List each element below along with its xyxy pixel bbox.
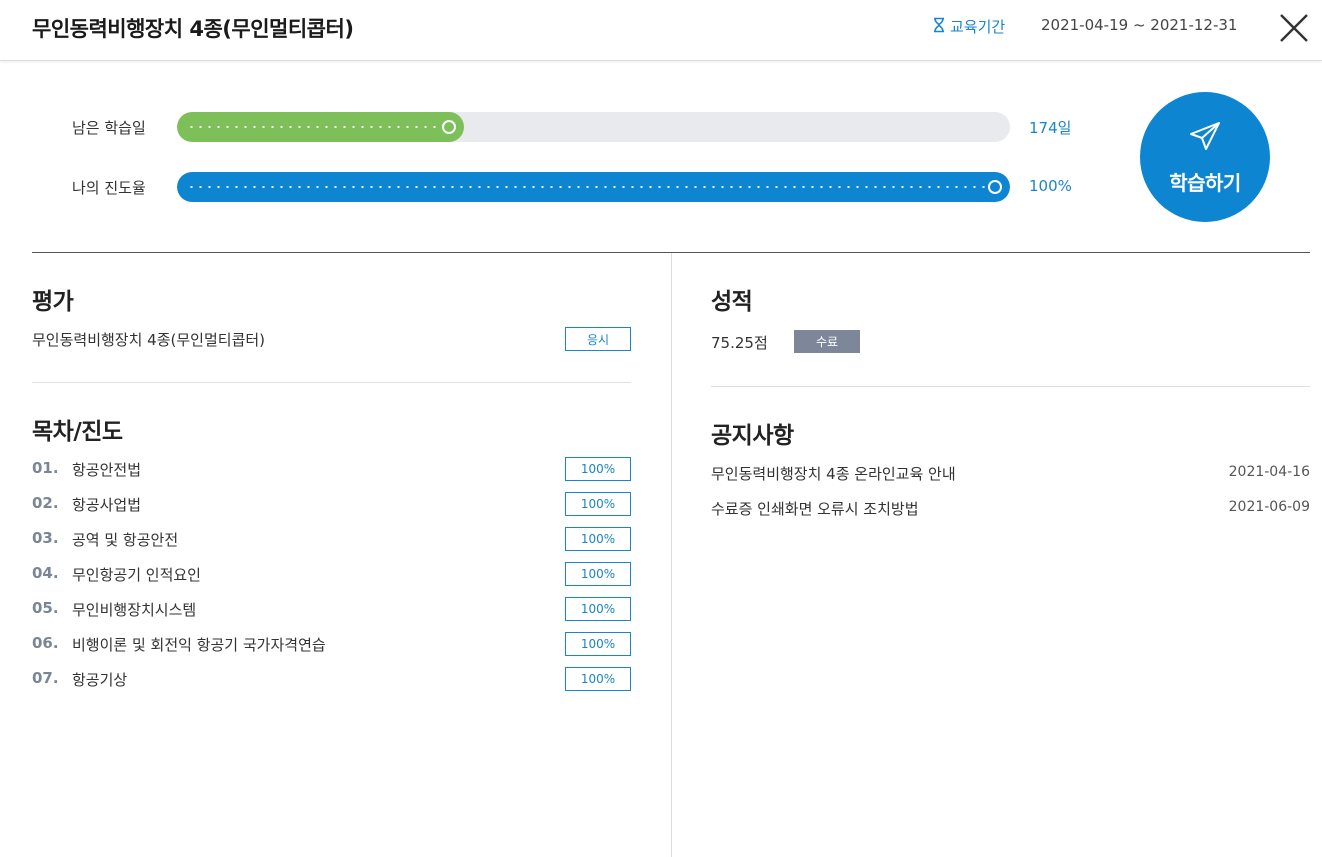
evaluation-title: 평가: [32, 289, 74, 315]
evaluation-divider: [32, 382, 631, 383]
notice-item-title[interactable]: 무인동력비행장치 4종 온라인교육 안내: [711, 463, 956, 484]
education-period-value: 2021-04-19 ~ 2021-12-31: [1041, 16, 1238, 34]
toc-item-title: 비행이론 및 회전익 항공기 국가자격연습: [72, 636, 326, 654]
paper-plane-icon: [1189, 121, 1221, 155]
toc-item-number: 01.: [32, 459, 59, 477]
notices-title: 공지사항: [711, 423, 794, 449]
my-progress-label: 나의 진도율: [72, 179, 146, 197]
my-progress-bar: [177, 172, 1010, 202]
toc-item-title: 공역 및 항공안전: [72, 531, 179, 549]
notice-item-title[interactable]: 수료증 인쇄화면 오류시 조치방법: [711, 498, 919, 519]
course-title: 무인동력비행장치 4종(무인멀티콥터): [32, 17, 354, 41]
toc-item-title: 항공안전법: [72, 461, 142, 479]
toc-item-number: 06.: [32, 634, 59, 652]
toc-item[interactable]: 07. 항공기상 100%: [32, 667, 632, 691]
take-exam-button[interactable]: 응시: [565, 327, 631, 351]
course-header: 무인동력비행장치 4종(무인멀티콥터) 교육기간 2021-04-19 ~ 20…: [0, 0, 1322, 61]
toc-item-progress: 100%: [565, 667, 631, 691]
education-period-label: 교육기간: [932, 16, 1005, 37]
completion-status-badge: 수료: [794, 330, 860, 353]
notice-item-date: 2021-04-16: [1228, 464, 1310, 480]
toc-item[interactable]: 03. 공역 및 항공안전 100%: [32, 527, 632, 551]
toc-title: 목차/진도: [32, 419, 123, 445]
grade-score: 75.25점: [711, 334, 768, 352]
remaining-days-fill: [177, 112, 464, 142]
my-progress-knob: [988, 180, 1002, 194]
remaining-days-label: 남은 학습일: [72, 119, 146, 137]
toc-item-progress: 100%: [565, 527, 631, 551]
toc-item-title: 무인비행장치시스템: [72, 601, 197, 619]
toc-item-number: 03.: [32, 529, 59, 547]
remaining-days-bar: [177, 112, 1010, 142]
toc-item-title: 무인항공기 인적요인: [72, 566, 201, 584]
grade-title: 성적: [711, 289, 753, 315]
toc-item[interactable]: 06. 비행이론 및 회전익 항공기 국가자격연습 100%: [32, 632, 632, 656]
toc-item-progress: 100%: [565, 632, 631, 656]
close-button[interactable]: [1276, 10, 1312, 46]
toc-item[interactable]: 02. 항공사업법 100%: [32, 492, 632, 516]
notice-item[interactable]: 수료증 인쇄화면 오류시 조치방법 2021-06-09: [711, 496, 1310, 520]
toc-item-progress: 100%: [565, 562, 631, 586]
toc-item-title: 항공사업법: [72, 496, 142, 514]
toc-item-number: 04.: [32, 564, 59, 582]
close-icon: [1280, 14, 1308, 42]
grade-divider: [711, 386, 1310, 387]
toc-item-progress: 100%: [565, 457, 631, 481]
toc-item-number: 02.: [32, 494, 59, 512]
notice-item[interactable]: 무인동력비행장치 4종 온라인교육 안내 2021-04-16: [711, 461, 1310, 485]
my-progress-fill: [177, 172, 1010, 202]
period-label-text: 교육기간: [950, 18, 1006, 36]
remaining-days-value: 174일: [1029, 119, 1072, 137]
evaluation-item-name: 무인동력비행장치 4종(무인멀티콥터): [32, 331, 266, 349]
toc-item[interactable]: 01. 항공안전법 100%: [32, 457, 632, 481]
hourglass-icon: [932, 17, 946, 37]
toc-item[interactable]: 04. 무인항공기 인적요인 100%: [32, 562, 632, 586]
start-study-label: 학습하기: [1169, 170, 1241, 195]
toc-item-progress: 100%: [565, 597, 631, 621]
toc-item-number: 05.: [32, 599, 59, 617]
toc-item-progress: 100%: [565, 492, 631, 516]
remaining-days-knob: [441, 120, 456, 134]
notice-item-date: 2021-06-09: [1228, 499, 1310, 515]
column-divider: [671, 253, 672, 857]
start-study-button[interactable]: 학습하기: [1140, 92, 1270, 222]
toc-item-number: 07.: [32, 669, 59, 687]
toc-item-title: 항공기상: [72, 671, 128, 689]
toc-item[interactable]: 05. 무인비행장치시스템 100%: [32, 597, 632, 621]
my-progress-value: 100%: [1029, 177, 1072, 195]
